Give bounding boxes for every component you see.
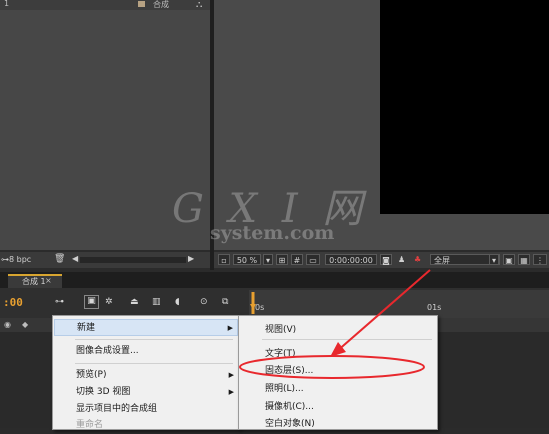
channel-icon[interactable]: ♣ <box>414 255 421 264</box>
mask-icon[interactable]: ▭ <box>306 254 320 265</box>
scroll-right-icon[interactable]: ▶ <box>188 254 194 263</box>
composition-color-swatch <box>138 1 145 7</box>
trash-icon[interactable]: 🗑 <box>54 254 65 264</box>
menu-item-label: 显示项目中的合成组 <box>76 404 158 414</box>
timeline-tab-bar <box>0 272 549 288</box>
ruler-01s-label: 01s <box>427 303 442 312</box>
view-options-icon[interactable]: ⋮ <box>533 254 547 265</box>
zoom-value: 50 % <box>236 256 258 265</box>
submenu-item-null-object[interactable]: 空白对象(N) <box>265 416 315 429</box>
ruler-start-label: 0s <box>255 303 265 312</box>
submenu-arrow-icon: ▶ <box>228 388 234 396</box>
zoom-dropdown[interactable]: 50 % <box>233 254 261 265</box>
submenu-separator <box>262 339 432 340</box>
submenu-item-viewer[interactable]: 视图(V) <box>265 322 296 335</box>
context-menu: 新建 ▶ 图像合成设置... 预览(P) ▶ 切换 3D 视图 ▶ 显示项目中的… <box>52 315 240 430</box>
project-item-row[interactable] <box>0 0 210 10</box>
submenu-item-camera[interactable]: 摄像机(C)... <box>265 399 314 412</box>
submenu-arrow-icon: ▶ <box>228 371 234 379</box>
viewer-timecode: 0:00:00:00 <box>329 256 373 265</box>
watermark-domain: system.com <box>210 222 335 244</box>
submenu-arrow-icon: ▶ <box>227 324 233 332</box>
always-preview-icon[interactable]: ▫ <box>218 254 230 265</box>
timeline-timecode[interactable]: :00 <box>3 296 23 309</box>
hide-shy-layers-icon[interactable]: ⏏ <box>130 297 139 307</box>
show-snapshot-icon[interactable]: ♟ <box>398 255 405 264</box>
menu-item-new[interactable]: 新建 ▶ <box>54 319 238 336</box>
safe-zones-icon[interactable]: ⊞ <box>276 254 288 265</box>
time-ruler[interactable] <box>249 290 549 318</box>
eye-icon[interactable]: ◉ <box>4 320 11 329</box>
submenu-item-text[interactable]: 文字(T) <box>265 346 296 359</box>
bit-depth-button[interactable]: ⊶8 bpc <box>1 255 31 264</box>
zoom-chevron-icon[interactable]: ▾ <box>263 254 273 265</box>
new-submenu: 视图(V) 文字(T) 固态层(S)... 照明(L)... 摄像机(C)...… <box>238 315 438 430</box>
menu-item-preview[interactable]: 预览(P) ▶ <box>54 367 238 384</box>
search-layers-icon[interactable]: ⊶ <box>55 297 64 307</box>
transparency-grid-icon[interactable]: ▦ <box>518 254 530 265</box>
lock-icon[interactable]: ◆ <box>22 320 28 329</box>
composition-canvas[interactable] <box>380 0 549 214</box>
frame-blending-icon[interactable]: ▥ <box>152 297 161 307</box>
menu-separator <box>75 339 233 340</box>
motion-blur-icon[interactable]: ◖ <box>175 297 180 307</box>
menu-item-switch-3d-view[interactable]: 切换 3D 视图 ▶ <box>54 384 238 401</box>
bit-depth-label: 8 bpc <box>9 255 32 264</box>
flowchart-icon[interactable]: ⛬ <box>196 0 202 10</box>
grid-icon[interactable]: # <box>291 254 303 265</box>
project-row-number: 1 <box>4 0 10 8</box>
tab-close-icon[interactable]: × <box>45 276 52 285</box>
playhead-icon[interactable] <box>250 292 256 314</box>
menu-item-rename: 重命名 <box>54 417 238 434</box>
menu-separator <box>75 363 233 364</box>
comp-mini-flowchart-icon[interactable]: ▣ <box>84 295 99 309</box>
resolution-value: 全屏 <box>434 256 450 265</box>
project-horizontal-scrollbar[interactable] <box>80 257 186 263</box>
menu-item-reveal-comp-in-project[interactable]: 显示项目中的合成组 <box>54 401 238 418</box>
brainstorm-icon[interactable]: ⧉ <box>222 297 228 307</box>
resolution-chevron-icon[interactable]: ▾ <box>489 254 499 265</box>
submenu-item-solid[interactable]: 固态层(S)... <box>265 363 313 376</box>
current-time-field[interactable]: 0:00:00:00 <box>325 254 377 265</box>
menu-item-label: 新建 <box>77 323 96 333</box>
menu-item-label: 重命名 <box>76 420 104 430</box>
menu-item-label: 图像合成设置... <box>76 346 139 356</box>
submenu-item-light[interactable]: 照明(L)... <box>265 381 304 394</box>
timeline-tab-label: 合成 1 <box>22 277 46 286</box>
scroll-left-icon[interactable]: ◀ <box>72 254 78 263</box>
draft-3d-icon[interactable]: ✲ <box>105 297 113 307</box>
snapshot-icon[interactable]: ◙ <box>380 254 392 265</box>
menu-item-label: 预览(P) <box>76 370 107 380</box>
region-of-interest-icon[interactable]: ▣ <box>503 254 515 265</box>
project-row-name: 合成 <box>153 0 169 9</box>
graph-editor-icon[interactable]: ⊙ <box>200 297 208 307</box>
menu-item-composition-settings[interactable]: 图像合成设置... <box>54 343 238 360</box>
menu-item-label: 切换 3D 视图 <box>76 387 131 397</box>
